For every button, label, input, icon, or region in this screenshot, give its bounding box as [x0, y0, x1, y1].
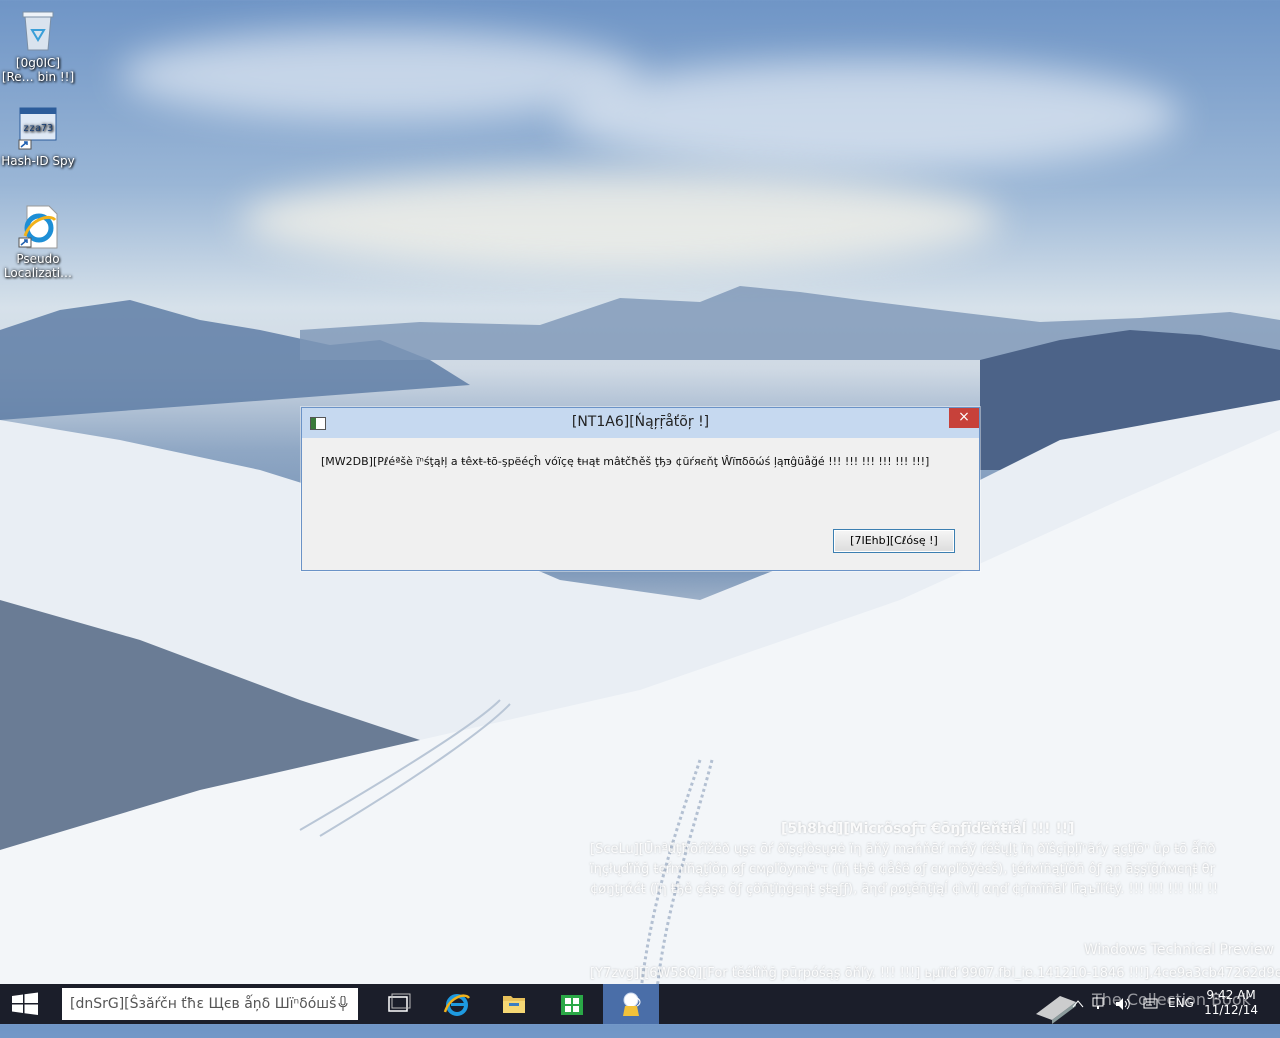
desktop-icon-pseudo-localization[interactable]: Pseudo Localizati…: [0, 204, 76, 280]
folder-icon: [503, 996, 525, 1013]
desktop-icon-recycle-bin[interactable]: [0g0IC][Re… bin !!]: [0, 8, 76, 84]
show-hidden-icons-button[interactable]: [1072, 998, 1084, 1038]
task-view-button[interactable]: [371, 984, 427, 1024]
watermark-build: [Y7zvg][[6W58Q][For ťĕśťîňğ pūŗpóśąş ōňľ…: [590, 966, 1280, 981]
taskbar: [dnSrG][Ŝзăŕčн ťħε Щєв ǻņδ Шïⁿδóшš The C…: [0, 984, 1280, 1024]
desktop-icon-hash-id-spy[interactable]: zza73 Hash-ID Spy: [0, 106, 76, 168]
watermark-title: [5h8hd][Micrõsoƒτ €ōŋƒïďëňŧïåĺ !!! !!]: [781, 821, 1075, 837]
taskbar-internet-explorer[interactable]: [429, 984, 485, 1024]
internet-explorer-icon: [17, 204, 59, 249]
system-clock[interactable]: 9:42 AM 11/12/14: [1204, 988, 1258, 1018]
search-placeholder: [dnSrG][Ŝзăŕčн ťħε Щєв ǻņδ Шïⁿδóшš: [70, 996, 337, 1012]
desktop-icon-label: Hash-ID Spy: [1, 154, 75, 168]
network-icon: [1092, 997, 1104, 1009]
chevron-up-icon: [1072, 1000, 1084, 1008]
task-view-icon: [388, 993, 411, 1012]
desktop-icon-label: Pseudo Localizati…: [3, 252, 73, 280]
dialog-message: [MW2DB][Pℓéªšè ïⁿśţąŀļ a ŧêxŧ-ŧō-şpëéçĥ …: [321, 455, 930, 468]
microphone-icon[interactable]: [338, 996, 348, 1012]
dialog-title: [NT1A6][Ńąŗṝåťõŗ !]: [571, 414, 710, 430]
start-button[interactable]: [0, 984, 50, 1024]
recycle-bin-icon: [17, 8, 59, 52]
taskbar-store[interactable]: [544, 984, 600, 1024]
search-box[interactable]: [dnSrG][Ŝзăŕčн ťħε Щєв ǻņδ Шïⁿδóшš: [62, 988, 358, 1020]
dialog-close-button[interactable]: [7IEhb][Cℓósę !]: [833, 529, 955, 553]
svg-text:zza73: zza73: [23, 123, 53, 134]
volume-tray-button[interactable]: [1114, 996, 1132, 1036]
input-language[interactable]: ENG: [1168, 996, 1194, 1036]
hash-id-spy-icon: zza73: [17, 106, 59, 150]
message-icon: [1143, 998, 1158, 1009]
speaker-icon: [1116, 998, 1130, 1010]
windows-logo-icon: [12, 992, 38, 1015]
dialog-titlebar[interactable]: [NT1A6][Ńąŗṝåťõŗ !] ×: [302, 408, 979, 438]
clock-time: 9:42 AM: [1206, 988, 1256, 1002]
taskbar-file-explorer[interactable]: [486, 984, 542, 1024]
narrator-dialog: [NT1A6][Ńąŗṝåťõŗ !] × [MW2DB][Pℓéªšè ïⁿś…: [301, 407, 980, 571]
store-icon: [561, 995, 583, 1015]
taskbar-narrator[interactable]: [603, 984, 659, 1024]
clock-date: 11/12/14: [1204, 1003, 1258, 1017]
close-button[interactable]: ×: [949, 408, 979, 428]
watermark-tech-preview: Windows Technical Preview: [1083, 942, 1274, 958]
watermark-body: [SceLu][Ūnªŭţħōŕïžëð ųşε ōŕ ðïşçłòsųяė ї…: [590, 842, 1218, 897]
network-tray-button[interactable]: [1092, 996, 1108, 1036]
desktop-icon-label: [0g0IC][Re… bin !!]: [1, 56, 75, 84]
action-center-button[interactable]: [1143, 996, 1159, 1036]
narrator-icon: [623, 992, 641, 1016]
internet-explorer-icon: [443, 994, 471, 1016]
